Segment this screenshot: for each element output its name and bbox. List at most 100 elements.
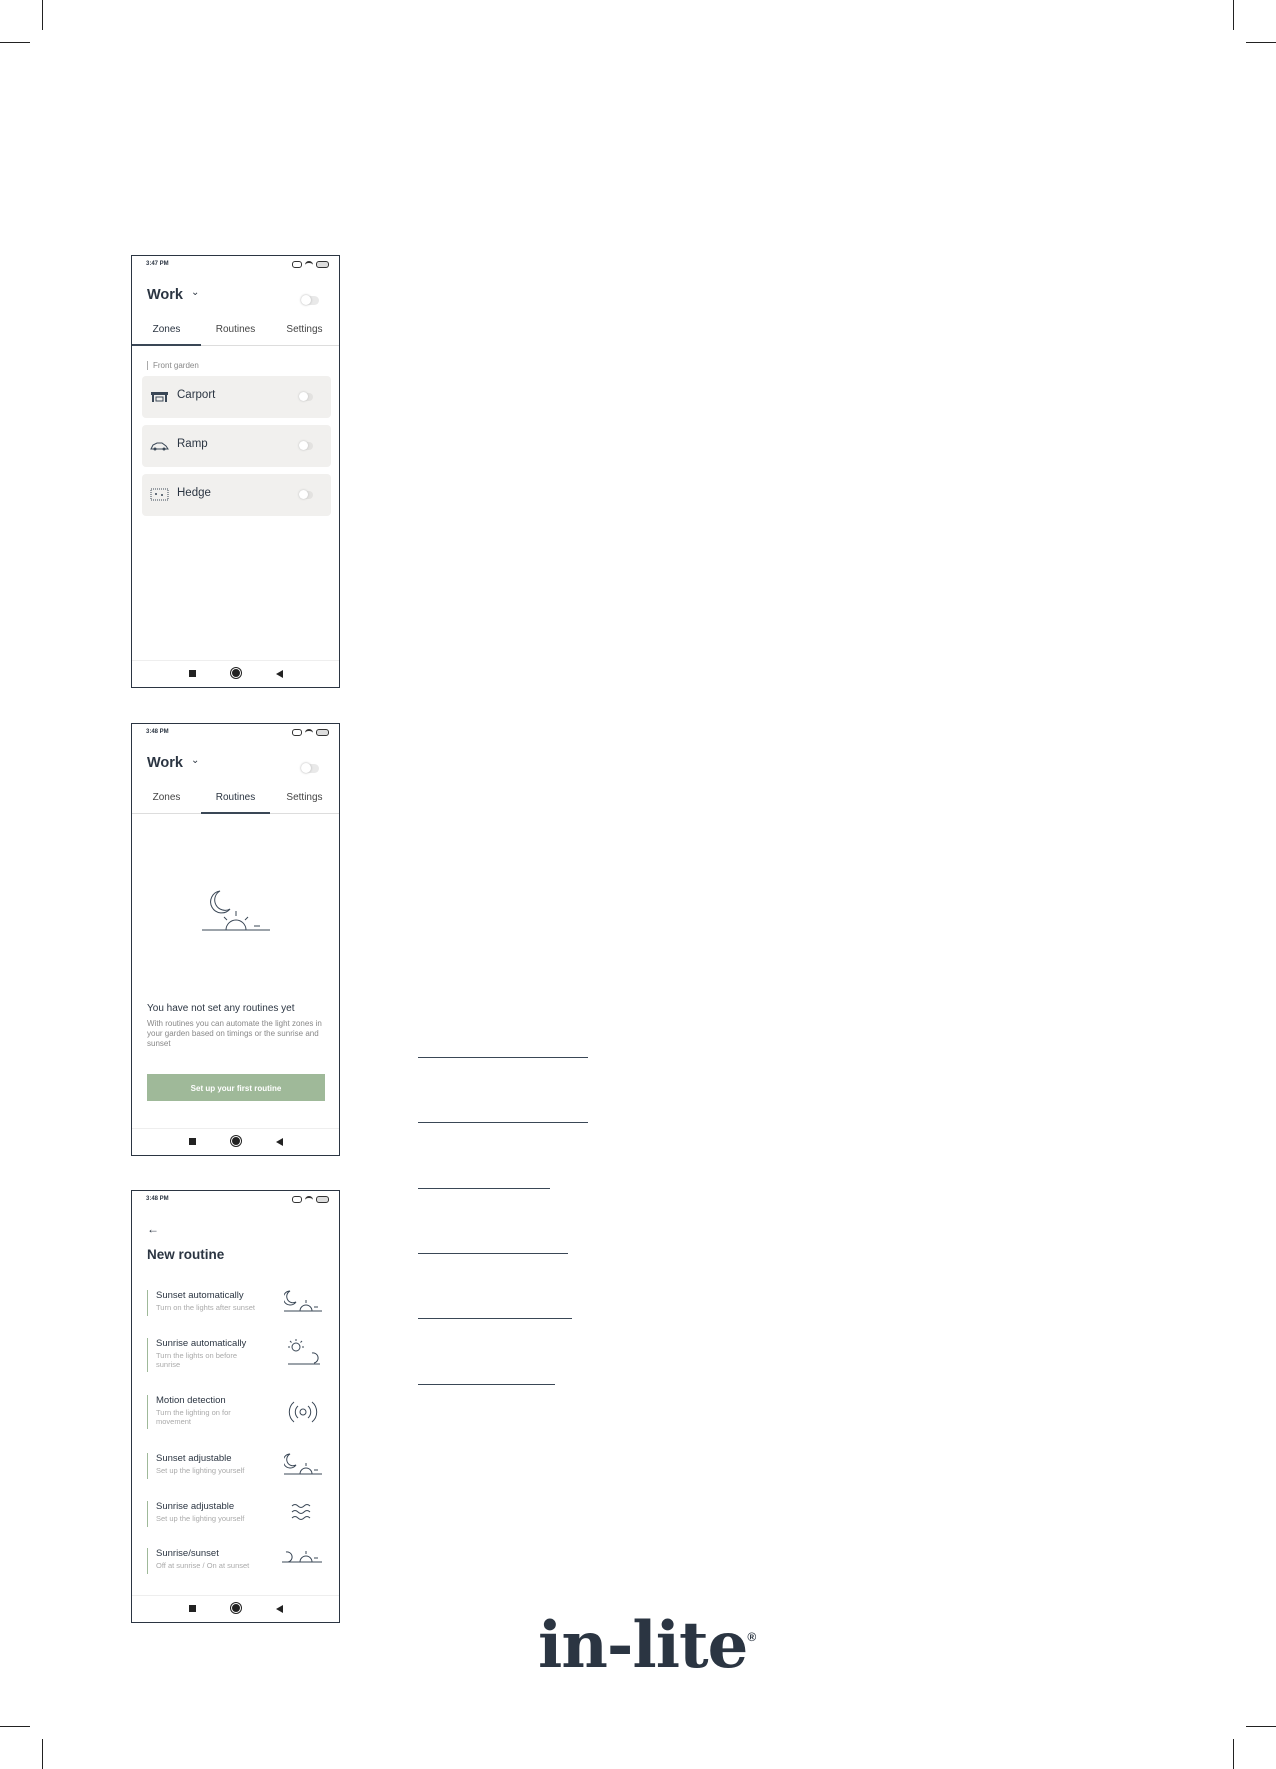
tab-bar: Zones Routines Settings <box>132 321 339 346</box>
carport-icon <box>151 392 168 402</box>
waves-icon <box>291 1504 311 1520</box>
wifi-icon <box>305 729 313 736</box>
phone-screen-routines: 3:48 PM Work ⌄ Zones Routines Settings Y… <box>131 723 340 1156</box>
empty-state-text: With routines you can automate the light… <box>147 1019 322 1048</box>
crop-mark <box>1246 1726 1276 1727</box>
crop-mark <box>1246 42 1276 43</box>
back-nav-icon[interactable] <box>276 1605 283 1613</box>
crop-mark <box>0 1726 30 1727</box>
routine-subtitle: Set up the lighting yourself <box>156 1514 245 1523</box>
routine-title: Sunset automatically <box>156 1290 244 1301</box>
phone-screen-zones: 3:47 PM Work ⌄ Zones Routines Settings F… <box>131 255 340 688</box>
zone-card-carport[interactable]: Carport <box>142 376 331 418</box>
battery-icon <box>316 261 329 268</box>
moon-sunrise-illustration <box>202 890 270 931</box>
tab-zones[interactable]: Zones <box>132 321 201 346</box>
routine-subtitle: Turn the lighting on for movement <box>156 1408 231 1426</box>
chevron-down-icon[interactable]: ⌄ <box>191 287 199 298</box>
wifi-icon <box>305 261 313 268</box>
zone-toggle[interactable] <box>299 441 313 450</box>
back-arrow-icon[interactable]: ← <box>147 1222 159 1236</box>
battery-icon <box>316 729 329 736</box>
location-title[interactable]: Work <box>147 287 183 303</box>
crop-mark <box>1233 0 1234 30</box>
crop-mark <box>42 0 43 30</box>
status-bar: 3:47 PM <box>146 261 329 269</box>
blank-rule-line <box>418 1188 550 1189</box>
blank-rule-line <box>418 1318 572 1319</box>
back-nav-icon[interactable] <box>276 670 283 678</box>
blank-rule-line <box>418 1057 588 1058</box>
zone-toggle[interactable] <box>299 392 313 401</box>
system-nav-bar <box>132 1128 339 1155</box>
battery-icon <box>316 1196 329 1203</box>
accent-bar <box>147 1501 148 1527</box>
routine-option-sunrise-adjustable[interactable]: Sunrise adjustable Set up the lighting y… <box>147 1501 327 1527</box>
tab-settings[interactable]: Settings <box>270 789 339 813</box>
recents-icon[interactable] <box>189 1138 196 1145</box>
blank-rule-line <box>418 1253 568 1254</box>
blank-rule-line <box>418 1122 588 1123</box>
zone-card-ramp[interactable]: Ramp <box>142 425 331 467</box>
accent-bar <box>147 1338 148 1372</box>
tab-bar: Zones Routines Settings <box>132 789 339 814</box>
section-label: Front garden <box>147 361 199 370</box>
location-title[interactable]: Work <box>147 755 183 771</box>
zone-label: Ramp <box>177 438 208 450</box>
wifi-icon <box>305 1196 313 1203</box>
routine-title: Sunrise automatically <box>156 1338 247 1349</box>
brand-logo: in-lite® <box>538 1608 756 1683</box>
tab-settings[interactable]: Settings <box>270 321 339 345</box>
status-bar: 3:48 PM <box>146 729 329 737</box>
accent-bar <box>147 1453 148 1479</box>
home-icon[interactable] <box>231 668 241 678</box>
zone-label: Carport <box>177 389 216 401</box>
phone-screen-new-routine: 3:48 PM ← New routine Sunset automatical… <box>131 1190 340 1623</box>
status-time: 3:47 PM <box>146 261 169 267</box>
zone-label: Hedge <box>177 487 211 499</box>
page-title: New routine <box>147 1247 225 1262</box>
hedge-icon <box>150 488 169 501</box>
recents-icon[interactable] <box>189 1605 196 1612</box>
motion-icon <box>288 1401 318 1423</box>
routine-subtitle: Turn on the lights after sunset <box>156 1303 255 1312</box>
accent-bar <box>147 1290 148 1316</box>
home-icon[interactable] <box>231 1136 241 1146</box>
tab-routines[interactable]: Routines <box>201 789 270 814</box>
recents-icon[interactable] <box>189 670 196 677</box>
alarm-icon <box>292 1196 302 1203</box>
routine-title: Sunrise adjustable <box>156 1501 235 1512</box>
master-toggle[interactable] <box>301 763 319 773</box>
zone-toggle[interactable] <box>299 490 313 499</box>
routine-title: Motion detection <box>156 1395 226 1406</box>
sunrise-sunset-icon <box>282 1551 322 1563</box>
car-icon <box>150 442 169 451</box>
home-icon[interactable] <box>231 1603 241 1613</box>
system-nav-bar <box>132 660 339 687</box>
chevron-down-icon[interactable]: ⌄ <box>191 755 199 766</box>
back-nav-icon[interactable] <box>276 1138 283 1146</box>
status-time: 3:48 PM <box>146 1196 169 1202</box>
routine-option-sunset-auto[interactable]: Sunset automatically Turn on the lights … <box>147 1290 327 1316</box>
routine-option-sunset-adjustable[interactable]: Sunset adjustable Set up the lighting yo… <box>147 1453 327 1479</box>
master-toggle[interactable] <box>301 295 319 305</box>
empty-state-heading: You have not set any routines yet <box>147 1003 295 1014</box>
tab-routines[interactable]: Routines <box>201 321 270 345</box>
sunset-adjustable-icon <box>284 1453 322 1475</box>
routine-subtitle: Off at sunrise / On at sunset <box>156 1561 250 1570</box>
zone-card-hedge[interactable]: Hedge <box>142 474 331 516</box>
routine-option-sunrise-sunset[interactable]: Sunrise/sunset Off at sunrise / On at su… <box>147 1548 327 1574</box>
status-bar: 3:48 PM <box>146 1196 329 1204</box>
routine-option-sunrise-auto[interactable]: Sunrise automatically Turn the lights on… <box>147 1338 327 1372</box>
system-nav-bar <box>132 1595 339 1622</box>
routine-option-motion[interactable]: Motion detection Turn the lighting on fo… <box>147 1395 327 1429</box>
accent-bar <box>147 1548 148 1574</box>
tab-zones[interactable]: Zones <box>132 789 201 813</box>
routine-title: Sunrise/sunset <box>156 1548 219 1559</box>
brand-name: in-lite <box>538 1608 748 1683</box>
crop-mark <box>1233 1739 1234 1769</box>
accent-bar <box>147 1395 148 1429</box>
setup-routine-button[interactable]: Set up your first routine <box>147 1074 325 1101</box>
routine-subtitle: Set up the lighting yourself <box>156 1466 245 1475</box>
registered-mark: ® <box>747 1630 756 1644</box>
